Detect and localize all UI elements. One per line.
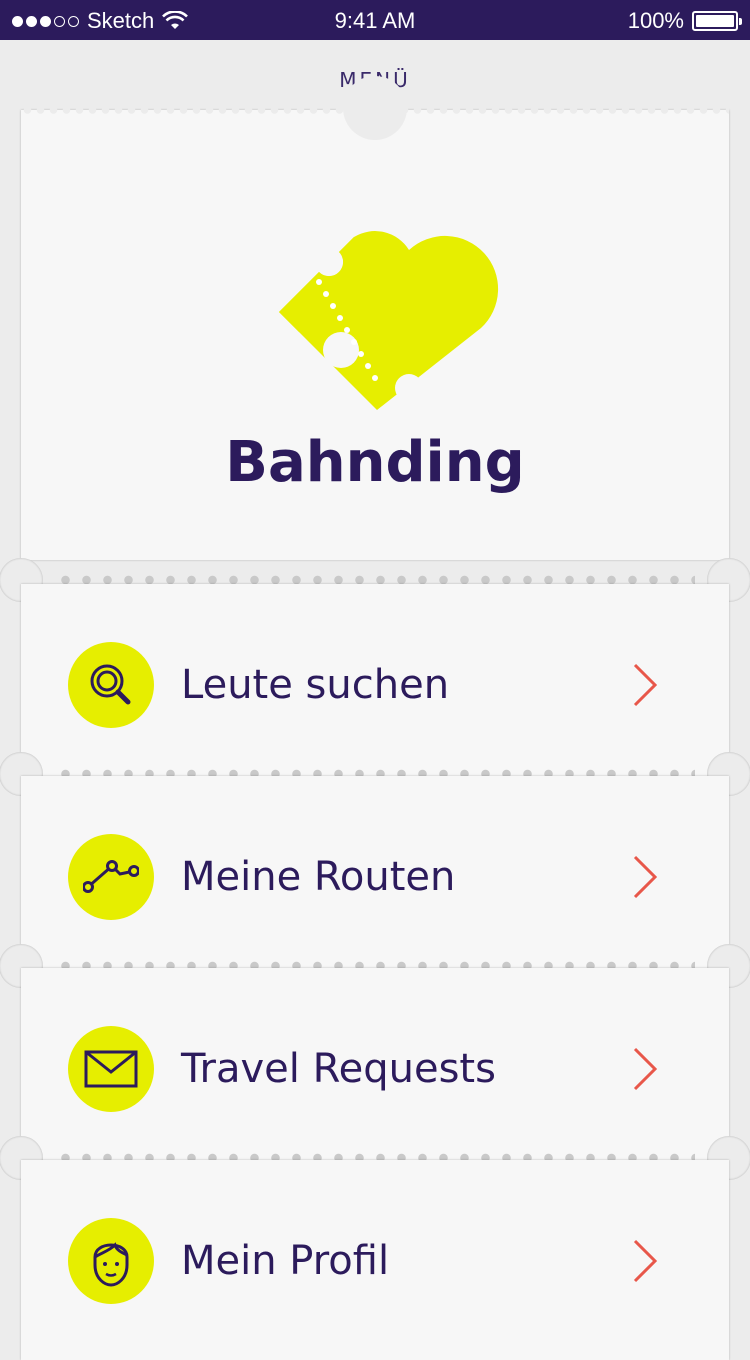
chevron-right-icon <box>633 855 657 899</box>
profile-icon <box>68 1218 154 1304</box>
menu-item-travel-requests[interactable]: Travel Requests <box>21 968 729 1160</box>
ticket-notch <box>343 76 407 140</box>
menu-item-label: Travel Requests <box>181 1046 496 1092</box>
battery-icon <box>692 11 742 31</box>
app-header-card: Bahnding <box>21 76 729 560</box>
menu-item-meine-routen[interactable]: Meine Routen <box>21 776 729 968</box>
mail-icon <box>68 1026 154 1112</box>
menu-item-label: Leute suchen <box>181 662 450 708</box>
app-name: Bahnding <box>225 430 525 495</box>
menu-item-label: Mein Profil <box>181 1238 390 1284</box>
search-icon <box>68 642 154 728</box>
chevron-right-icon <box>633 1047 657 1091</box>
chevron-right-icon <box>633 663 657 707</box>
menu-item-label: Meine Routen <box>181 854 456 900</box>
heart-ticket-logo-icon <box>279 231 499 410</box>
chevron-right-icon <box>633 1239 657 1283</box>
battery-percent: 100% <box>627 8 684 33</box>
menu-item-leute-suchen[interactable]: Leute suchen <box>21 584 729 776</box>
status-bar: Sketch 9:41 AM 100% <box>0 0 750 40</box>
menu-item-mein-profil[interactable]: Mein Profil <box>21 1160 729 1360</box>
route-icon <box>68 834 154 920</box>
